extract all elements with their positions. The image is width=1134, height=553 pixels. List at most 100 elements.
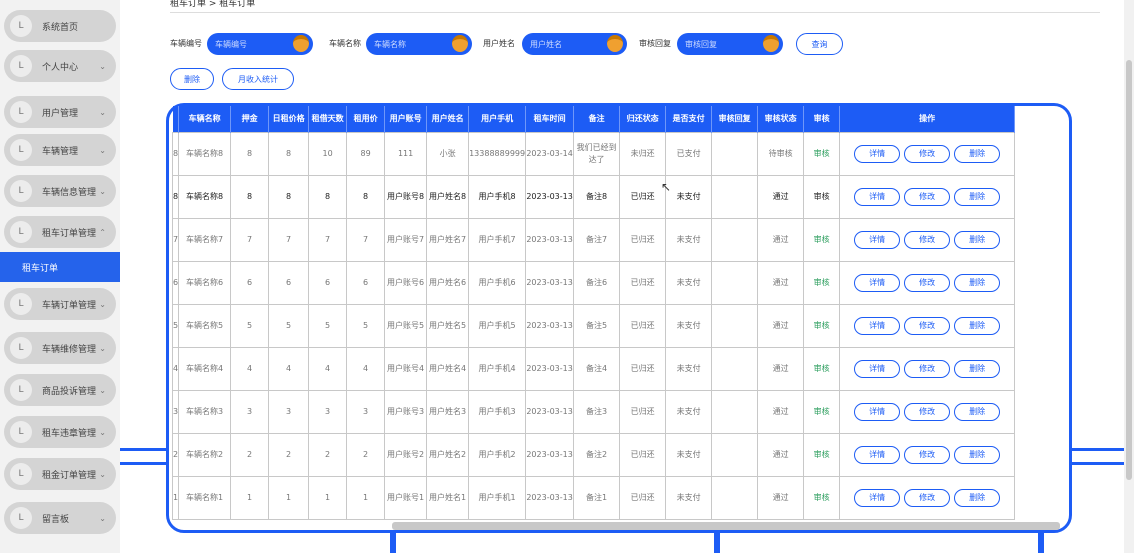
audit-link[interactable]: 审核 <box>803 346 841 391</box>
sidebar-item[interactable]: L 租车订单管理 ⌃ <box>4 216 116 248</box>
audit-link[interactable]: 审核 <box>803 432 841 477</box>
column-header[interactable]: 归还状态 <box>619 106 667 132</box>
sidebar-item[interactable]: L 租金订单管理 ⌄ <box>4 458 116 490</box>
stats-button[interactable]: 月收入统计 <box>222 68 294 90</box>
column-header[interactable]: 审核状态 <box>757 106 805 132</box>
table-row[interactable]: 5 车辆名称5 5 5 5 5 用户账号5 用户姓名5 用户手机5 2023-03-13 备注5 已归… <box>171 303 1016 348</box>
audit-link[interactable]: 审核 <box>803 174 841 219</box>
table-row[interactable]: 3 车辆名称3 3 3 3 3 用户账号3 用户姓名3 用户手机3 2023-03-13 备注3 已归… <box>171 389 1016 434</box>
sidebar-item[interactable]: L 系统首页 <box>4 10 116 42</box>
audit-link[interactable]: 审核 <box>803 260 841 305</box>
vertical-scrollbar-thumb[interactable] <box>1126 60 1132 480</box>
edit-button[interactable]: 修改 <box>904 273 951 292</box>
delete-button[interactable]: 删除 <box>170 68 214 90</box>
column-header[interactable]: 备注 <box>573 106 621 132</box>
chevron-icon: ⌄ <box>99 385 106 395</box>
car-no-input[interactable]: 车辆编号 <box>207 33 313 55</box>
audit-link[interactable]: 审核 <box>803 217 841 262</box>
sidebar-item-label: 车辆信息管理 <box>42 187 97 198</box>
column-header[interactable]: 用户手机 <box>468 106 527 132</box>
sidebar-subitem-active[interactable]: 租车订单 <box>0 252 120 282</box>
sidebar-item[interactable]: L 车辆管理 ⌄ <box>4 134 116 166</box>
table-row[interactable]: 7 车辆名称7 7 7 7 7 用户账号7 用户姓名7 用户手机7 2023-03-13 备注7 已归… <box>171 217 1016 262</box>
detail-button[interactable]: 详情 <box>854 316 901 335</box>
sidebar-item[interactable]: L 车辆信息管理 ⌄ <box>4 175 116 207</box>
review-input[interactable]: 审核回复 <box>677 33 783 55</box>
cell-phone: 用户手机8 <box>468 174 527 219</box>
edit-button[interactable]: 修改 <box>904 488 951 507</box>
column-header[interactable]: 用户姓名 <box>426 106 470 132</box>
detail-button[interactable]: 详情 <box>854 144 901 163</box>
chevron-icon: ⌃ <box>99 227 106 237</box>
sidebar-item[interactable]: L 个人中心 ⌄ <box>4 50 116 82</box>
table-row[interactable]: 4 车辆名称4 4 4 4 4 用户账号4 用户姓名4 用户手机4 2023-03-13 备注4 已归… <box>171 346 1016 391</box>
column-header[interactable]: 操作 <box>839 106 1016 132</box>
cell-ret: 已归还 <box>619 389 667 434</box>
column-header[interactable]: 审核 <box>803 106 841 132</box>
delete-row-button[interactable]: 删除 <box>954 445 1001 464</box>
horizontal-scrollbar[interactable] <box>392 522 1060 530</box>
cell-days: 10 <box>308 131 348 176</box>
delete-row-button[interactable]: 删除 <box>954 316 1001 335</box>
edit-button[interactable]: 修改 <box>904 187 951 206</box>
detail-button[interactable]: 详情 <box>854 488 901 507</box>
table-row[interactable]: 8 车辆名称8 8 8 8 8 用户账号8 用户姓名8 用户手机8 2023-03-13 备注8 已归… <box>171 174 1016 219</box>
column-header[interactable]: 用户账号 <box>384 106 428 132</box>
column-header[interactable]: 租用价 <box>346 106 386 132</box>
cell-time: 2023-03-13 <box>525 217 575 262</box>
column-header[interactable]: 审核回复 <box>711 106 759 132</box>
cell-name: 车辆名称3 <box>178 389 232 434</box>
cell-daily: 8 <box>268 131 310 176</box>
sidebar-item[interactable]: L 租车违章管理 ⌄ <box>4 416 116 448</box>
detail-button[interactable]: 详情 <box>854 230 901 249</box>
edit-button[interactable]: 修改 <box>904 144 951 163</box>
audit-link[interactable]: 审核 <box>803 389 841 434</box>
sidebar-item[interactable]: L 车辆维修管理 ⌄ <box>4 332 116 364</box>
delete-row-button[interactable]: 删除 <box>954 402 1001 421</box>
edit-button[interactable]: 修改 <box>904 316 951 335</box>
edit-button[interactable]: 修改 <box>904 402 951 421</box>
detail-button[interactable]: 详情 <box>854 359 901 378</box>
column-header[interactable]: 租车时间 <box>525 106 575 132</box>
cell-ret: 已归还 <box>619 260 667 305</box>
table-row[interactable]: 6 车辆名称6 6 6 6 6 用户账号6 用户姓名6 用户手机6 2023-03-13 备注6 已归… <box>171 260 1016 305</box>
detail-button[interactable]: 详情 <box>854 187 901 206</box>
cell-rstatus: 通过 <box>757 475 805 520</box>
search-button[interactable]: 查询 <box>796 33 843 55</box>
edit-button[interactable]: 修改 <box>904 230 951 249</box>
table-row[interactable]: 2 车辆名称2 2 2 2 2 用户账号2 用户姓名2 用户手机2 2023-03-13 备注2 已归… <box>171 432 1016 477</box>
sidebar-item[interactable]: L 用户管理 ⌄ <box>4 96 116 128</box>
audit-link[interactable]: 审核 <box>803 303 841 348</box>
column-header[interactable]: 车辆名称 <box>178 106 232 132</box>
delete-row-button[interactable]: 删除 <box>954 187 1001 206</box>
cell-phone: 用户手机1 <box>468 475 527 520</box>
sidebar-item[interactable]: L 留言板 ⌄ <box>4 502 116 534</box>
sidebar-item[interactable]: L 商品投诉管理 ⌄ <box>4 374 116 406</box>
cell-paid: 未支付 <box>665 217 713 262</box>
delete-row-button[interactable]: 删除 <box>954 230 1001 249</box>
delete-row-button[interactable]: 删除 <box>954 359 1001 378</box>
column-header[interactable]: 押金 <box>230 106 270 132</box>
delete-row-button[interactable]: 删除 <box>954 144 1001 163</box>
table-row[interactable]: 8 车辆名称8 8 8 10 89 111 小张 13388889999 2023-03-14 我们… <box>171 131 1016 176</box>
detail-button[interactable]: 详情 <box>854 402 901 421</box>
cell-name: 车辆名称4 <box>178 346 232 391</box>
sidebar-item[interactable]: L 车辆订单管理 ⌄ <box>4 288 116 320</box>
column-header[interactable]: 租借天数 <box>308 106 348 132</box>
edit-button[interactable]: 修改 <box>904 359 951 378</box>
user-name-input[interactable]: 用户姓名 <box>522 33 627 55</box>
cell-name: 车辆名称2 <box>178 432 232 477</box>
car-name-input[interactable]: 车辆名称 <box>366 33 472 55</box>
detail-button[interactable]: 详情 <box>854 445 901 464</box>
table-row[interactable]: 1 车辆名称1 1 1 1 1 用户账号1 用户姓名1 用户手机1 2023-03-13 备注1 已归… <box>171 475 1016 520</box>
audit-link[interactable]: 审核 <box>803 131 841 176</box>
column-header[interactable]: 是否支付 <box>665 106 713 132</box>
column-header[interactable]: 日租价格 <box>268 106 310 132</box>
delete-row-button[interactable]: 删除 <box>954 488 1001 507</box>
edit-button[interactable]: 修改 <box>904 445 951 464</box>
delete-row-button[interactable]: 删除 <box>954 273 1001 292</box>
cell-deposit: 8 <box>230 174 270 219</box>
row-actions: 详情 修改 删除 <box>839 303 1016 348</box>
audit-link[interactable]: 审核 <box>803 475 841 520</box>
detail-button[interactable]: 详情 <box>854 273 901 292</box>
